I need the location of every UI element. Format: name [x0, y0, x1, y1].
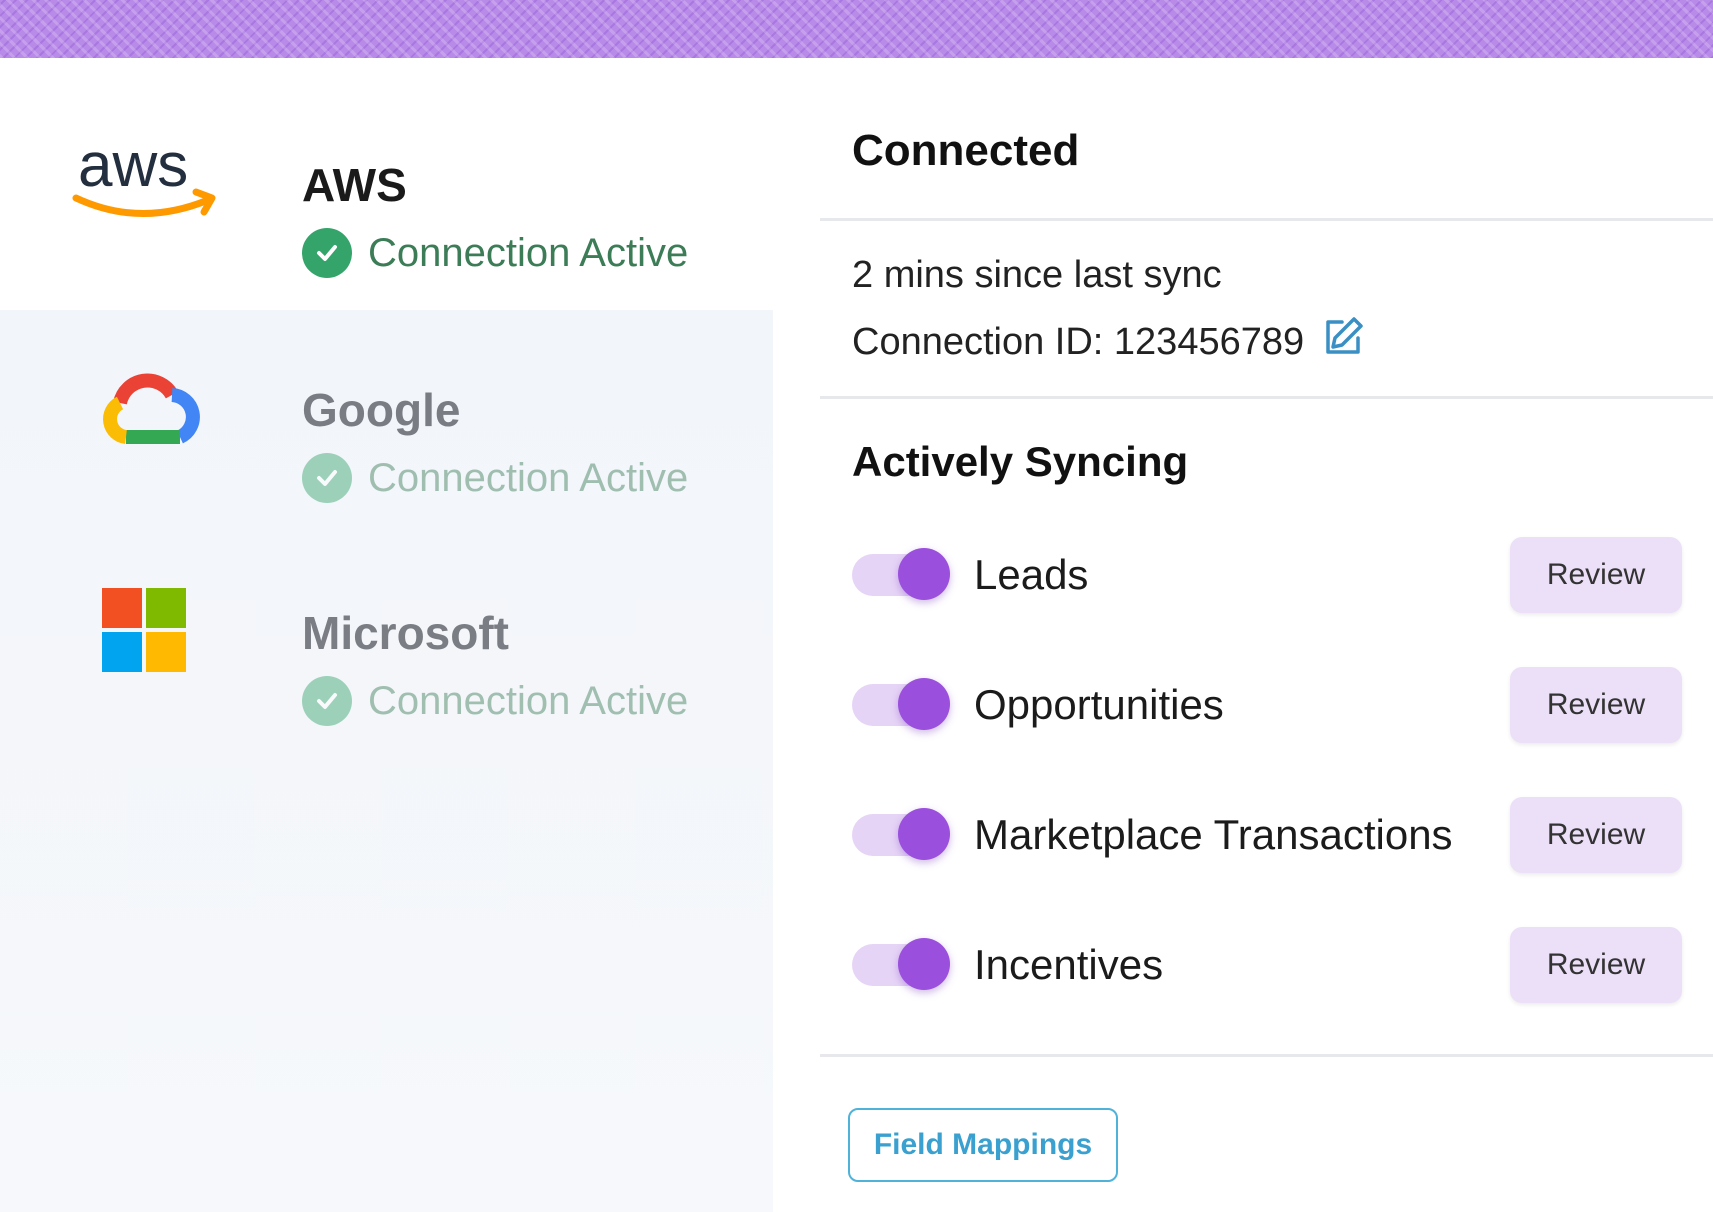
- provider-status: Connection Active: [302, 676, 688, 726]
- sync-row-marketplace-transactions: Marketplace Transactions Review: [852, 796, 1682, 874]
- sync-toggle[interactable]: [852, 678, 950, 730]
- review-button[interactable]: Review: [1510, 927, 1682, 1003]
- edit-icon[interactable]: [1320, 314, 1366, 370]
- sync-toggle[interactable]: [852, 938, 950, 990]
- sync-item-label: Leads: [974, 551, 1089, 598]
- last-sync-text: 2 mins since last sync: [852, 254, 1222, 297]
- check-circle-icon: [302, 453, 352, 503]
- sync-row-leads: Leads Review: [852, 536, 1682, 614]
- sync-row-opportunities: Opportunities Review: [852, 666, 1682, 744]
- provider-status-text: Connection Active: [368, 678, 689, 723]
- aws-logo: aws: [70, 128, 220, 238]
- provider-item-aws[interactable]: aws AWS Connection Active: [0, 88, 790, 288]
- connection-detail-panel: Connected 2 mins since last sync Connect…: [820, 58, 1713, 1212]
- provider-status: Connection Active: [302, 228, 688, 278]
- sync-toggle[interactable]: [852, 548, 950, 600]
- aws-logo-text: aws: [78, 131, 188, 200]
- provider-status: Connection Active: [302, 453, 688, 503]
- review-button[interactable]: Review: [1510, 797, 1682, 873]
- sync-item-label: Opportunities: [974, 681, 1224, 728]
- provider-item-google[interactable]: Google Connection Active: [0, 313, 790, 513]
- provider-item-microsoft[interactable]: Microsoft Connection Active: [0, 536, 790, 736]
- check-circle-icon: [302, 676, 352, 726]
- field-mappings-button[interactable]: Field Mappings: [848, 1108, 1118, 1182]
- connection-id-line: Connection ID: 123456789: [852, 314, 1366, 370]
- sync-item-label: Marketplace Transactions: [974, 811, 1453, 858]
- provider-name: Microsoft: [302, 607, 509, 659]
- review-button[interactable]: Review: [1510, 537, 1682, 613]
- microsoft-logo: [70, 576, 220, 686]
- provider-status-text: Connection Active: [368, 230, 689, 275]
- connection-id-text: Connection ID: 123456789: [852, 320, 1305, 363]
- check-circle-icon: [302, 228, 352, 278]
- divider: [820, 1054, 1713, 1057]
- connection-title: Connected: [852, 126, 1080, 175]
- google-cloud-logo: [70, 353, 220, 463]
- sync-row-incentives: Incentives Review: [852, 926, 1682, 1004]
- last-sync-label: 2 mins since last sync: [852, 254, 1222, 296]
- sync-toggle[interactable]: [852, 808, 950, 860]
- provider-name: AWS: [302, 159, 407, 211]
- provider-name: Google: [302, 384, 461, 436]
- decorative-banner: [0, 0, 1713, 58]
- divider: [820, 396, 1713, 399]
- actively-syncing-title: Actively Syncing: [852, 438, 1189, 485]
- provider-status-text: Connection Active: [368, 455, 689, 500]
- review-button[interactable]: Review: [1510, 667, 1682, 743]
- sync-item-label: Incentives: [974, 941, 1164, 988]
- divider: [820, 218, 1713, 221]
